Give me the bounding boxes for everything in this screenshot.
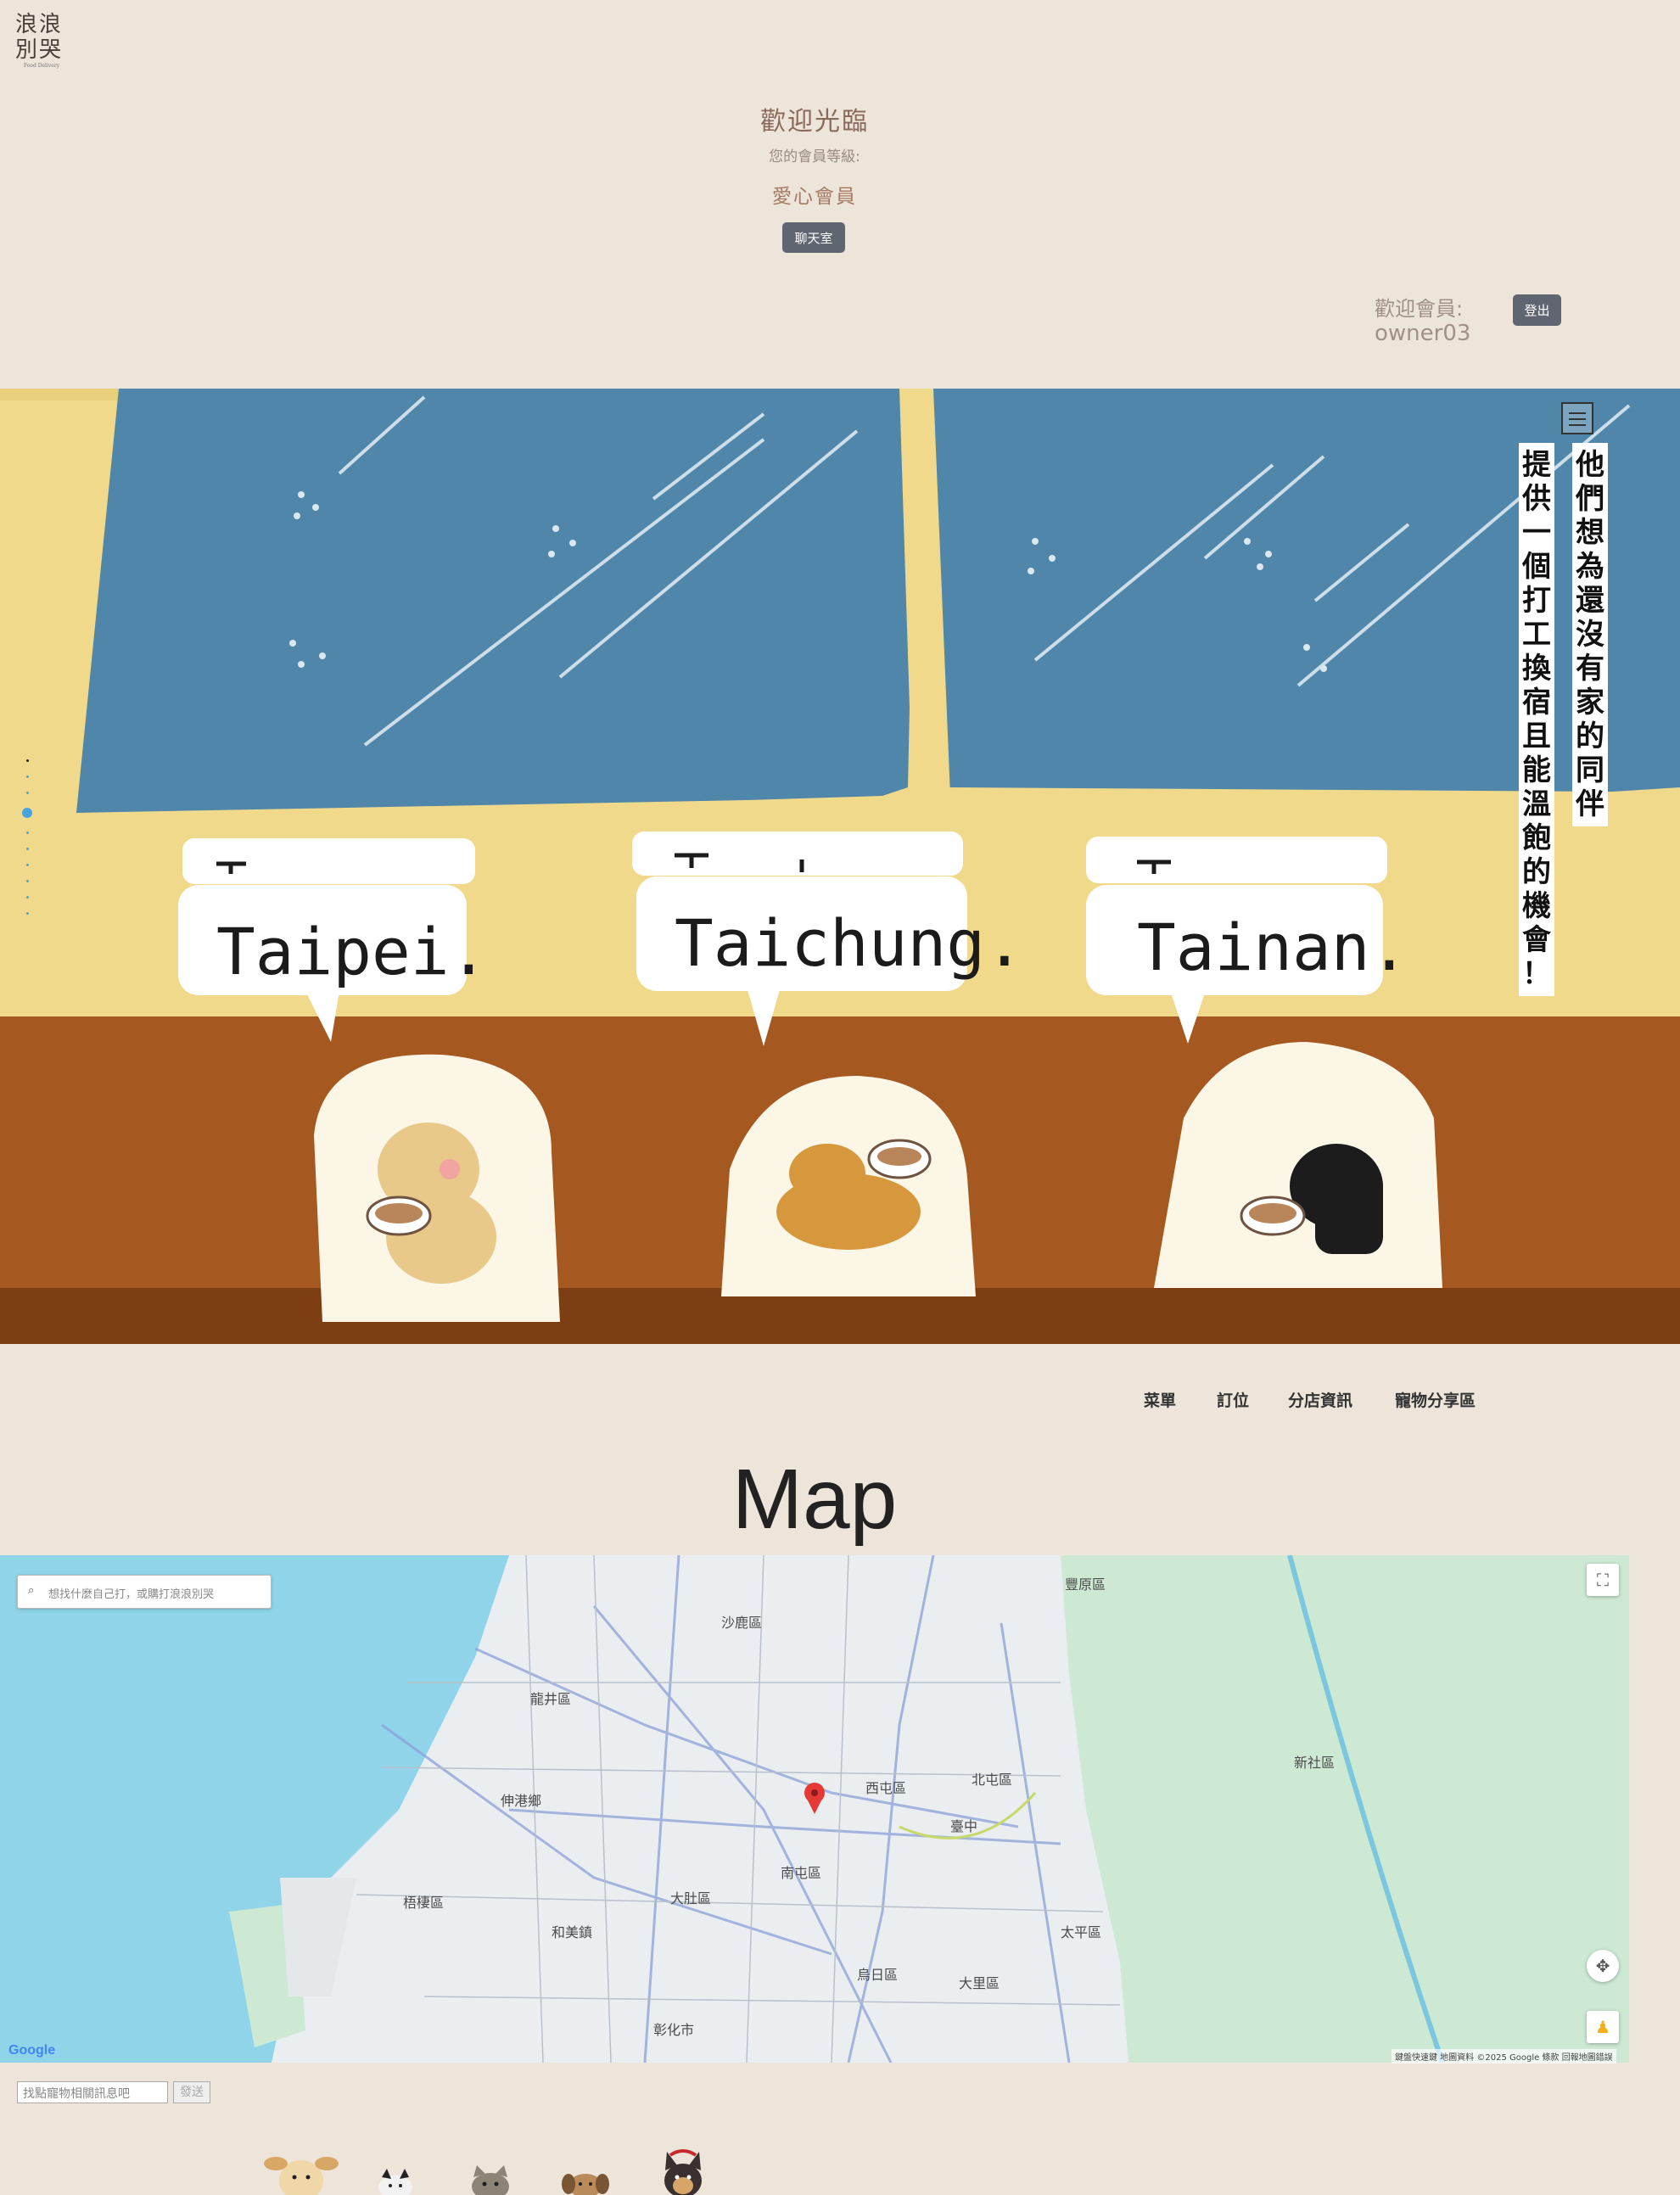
slogan-char: 為 [1576, 550, 1604, 584]
hero-slogan-left: 提供一個打工換宿且能溫飽的機會！ [1519, 443, 1554, 996]
site-logo[interactable]: 浪浪別哭 Food Delivery [15, 12, 68, 70]
carousel-indicators [22, 759, 32, 928]
hero-slogan-left-text: 提供一個打工換宿且能溫飽的機會！ [1519, 448, 1554, 991]
map-label-10: 新社區 [1294, 1755, 1335, 1771]
map-label-1: 沙鹿區 [721, 1615, 762, 1631]
map-label-5: 南屯區 [781, 1865, 821, 1881]
logo-text: 浪浪別哭 [15, 12, 64, 63]
nav-branches[interactable]: 分店資訊 [1288, 1388, 1352, 1411]
carousel-dot[interactable] [25, 848, 29, 850]
slogan-char: 會 [1522, 923, 1551, 957]
map-label-4: 北屯區 [972, 1772, 1012, 1788]
carousel-dot[interactable] [25, 880, 29, 882]
carousel-dot[interactable] [25, 864, 29, 866]
slogan-char: 宿 [1522, 686, 1551, 720]
chatroom-button[interactable]: 聊天室 [782, 222, 845, 253]
hero-slogan-right: 他們想為還沒有家的同伴 [1572, 443, 1608, 826]
slogan-char: 們 [1576, 482, 1604, 516]
member-username: owner03 [1375, 321, 1471, 346]
bubble-tainan: Tainan. [1137, 910, 1408, 985]
map-label-13: 彰化市 [653, 2022, 694, 2038]
slogan-char: 工 [1522, 618, 1551, 652]
hero-illustration: Taipei. Taichung. Tainan. [0, 389, 1680, 1344]
fullscreen-icon[interactable]: ⛶ [1587, 1564, 1619, 1596]
map-label-2: 龍井區 [530, 1691, 571, 1707]
map-tiles: 沙鹿區 龍井區 西屯區 北屯區 南屯區 大肚區 和美鎮 大里區 太平區 新社區 … [0, 1555, 1629, 2063]
slogan-char: 溫 [1522, 787, 1551, 821]
pet-dog-3[interactable] [560, 2169, 611, 2195]
slogan-char: 打 [1522, 584, 1551, 618]
google-map[interactable]: 沙鹿區 龍井區 西屯區 北屯區 南屯區 大肚區 和美鎮 大里區 太平區 新社區 … [0, 1555, 1629, 2063]
map-label-3: 西屯區 [865, 1780, 906, 1796]
carousel-dot[interactable] [25, 896, 29, 899]
member-greeting-label: 歡迎會員: [1375, 297, 1464, 321]
map-label-6: 大肚區 [670, 1890, 711, 1907]
map-label-7: 和美鎮 [552, 1924, 592, 1940]
pegman-icon[interactable]: ♟ [1587, 2011, 1619, 2043]
carousel-dot[interactable] [25, 776, 29, 778]
logo-subtitle: Food Delivery [23, 63, 60, 69]
slogan-char: 想 [1576, 516, 1604, 550]
slogan-char: 的 [1576, 720, 1604, 753]
map-search-box[interactable]: ⌕ 想找什麼自己打，或購打浪浪別哭 [17, 1575, 272, 1609]
slogan-char: 同 [1576, 753, 1604, 787]
carousel-dot-active[interactable] [22, 808, 32, 818]
google-logo-text: Google [8, 2043, 56, 2058]
pet-dog-4[interactable] [653, 2147, 713, 2195]
slogan-char: 他 [1576, 448, 1604, 482]
map-attribution[interactable]: 鍵盤快速鍵 地圖資料 ©2025 Google 條款 回報地圖錯誤 [1392, 2049, 1616, 2063]
google-logo: Google [8, 2043, 55, 2058]
slogan-char: 家 [1576, 686, 1604, 720]
member-level-value: 愛心會員 [772, 186, 857, 208]
slogan-char: 供 [1522, 482, 1551, 516]
slogan-char: 提 [1522, 448, 1551, 482]
slogan-char: 機 [1522, 889, 1551, 923]
map-label-11: 豐原區 [1065, 1576, 1106, 1593]
slogan-char: 一 [1522, 516, 1551, 550]
pet-send-button[interactable]: 發送 [173, 2081, 210, 2103]
bubble-taichung: Taichung. [675, 905, 1024, 981]
menu-toggle-button[interactable] [1561, 402, 1593, 434]
slogan-char: 的 [1522, 855, 1551, 889]
bubble-taipei: Taipei. [216, 914, 488, 989]
slogan-char: 個 [1522, 550, 1551, 584]
slogan-char: 且 [1522, 720, 1551, 753]
map-label-8: 大里區 [959, 1975, 1000, 1991]
carousel-dot[interactable] [25, 759, 29, 762]
slogan-char: 能 [1522, 753, 1551, 787]
map-label-16: 伸港鄉 [501, 1793, 541, 1809]
map-label-12: 臺中 [950, 1818, 977, 1834]
welcome-heading: 歡迎光臨 [760, 107, 869, 137]
map-label-15: 梧棲區 [403, 1895, 444, 1911]
slogan-char: 飽 [1522, 821, 1551, 855]
nav-pet-share[interactable]: 寵物分享區 [1395, 1388, 1476, 1411]
pet-cat[interactable] [465, 2165, 516, 2195]
pet-search-input[interactable]: 找點寵物相關訊息吧 [17, 2081, 168, 2103]
search-icon: ⌕ [28, 1584, 35, 1597]
nav-reservation[interactable]: 訂位 [1217, 1388, 1249, 1411]
hero-carousel: Taipei. Taichung. Tainan. 他 們 想 為 還 沒 有 … [0, 389, 1680, 1344]
map-search-placeholder: 想找什麼自己打，或購打浪浪別哭 [48, 1588, 215, 1601]
member-level-label: 您的會員等級: [769, 148, 860, 165]
logout-button[interactable]: 登出 [1513, 294, 1561, 326]
slogan-char: 還 [1576, 584, 1604, 618]
carousel-dot[interactable] [25, 912, 29, 915]
nav-menu[interactable]: 菜單 [1144, 1388, 1176, 1411]
map-label-9: 太平區 [1061, 1924, 1101, 1940]
slogan-char: 換 [1522, 652, 1551, 686]
hero-slogan-right-text: 他們想為還沒有家的同伴 [1572, 448, 1608, 821]
map-label-14: 烏日區 [857, 1967, 898, 1983]
pet-dog-2[interactable] [370, 2169, 421, 2195]
slogan-char: ！ [1522, 957, 1551, 991]
slogan-char: 有 [1576, 652, 1604, 686]
pet-dog-1[interactable] [263, 2147, 339, 2195]
map-title: Map [731, 1452, 898, 1547]
camera-control-icon[interactable]: ✥ [1587, 1950, 1619, 1982]
carousel-dot[interactable] [25, 792, 29, 794]
carousel-dot[interactable] [25, 832, 29, 834]
slogan-char: 沒 [1576, 618, 1604, 652]
slogan-char: 伴 [1576, 787, 1604, 821]
